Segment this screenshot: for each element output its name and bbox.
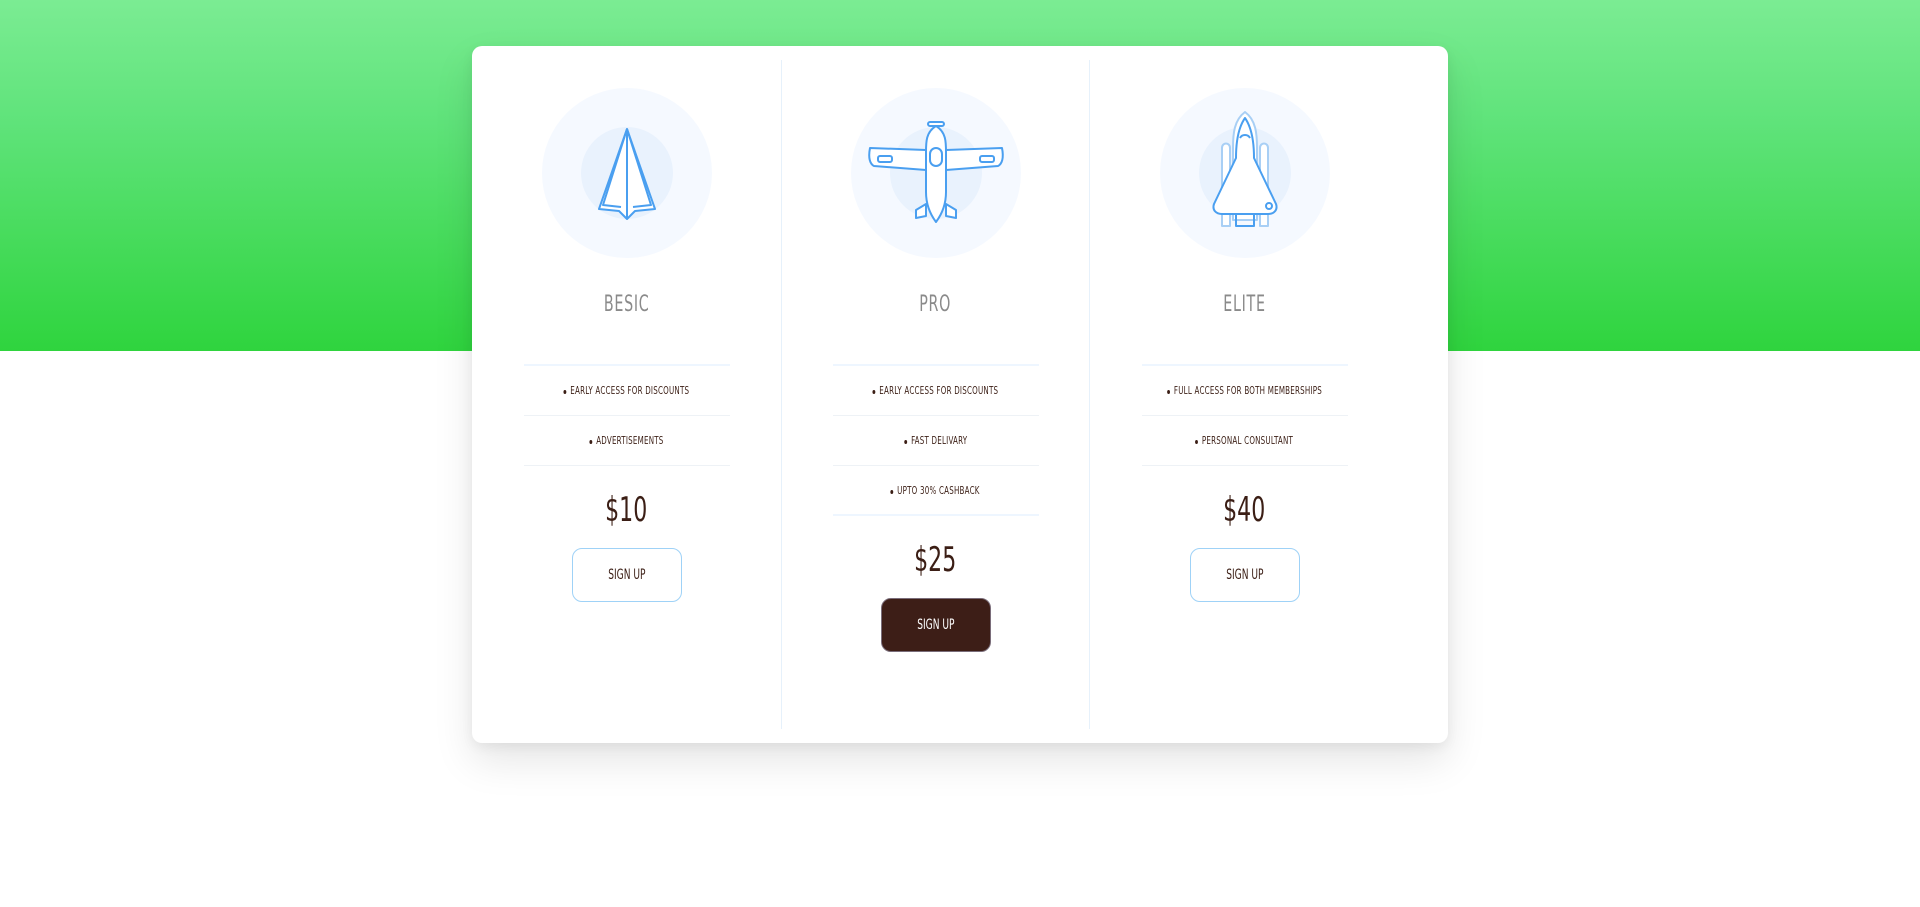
list-item: ADVERTISEMENTS <box>523 416 730 466</box>
list-item: FAST DELIVARY <box>832 416 1039 466</box>
feature-list: EARLY ACCESS FOR DISCOUNTS FAST DELIVARY… <box>832 364 1039 516</box>
list-item: EARLY ACCESS FOR DISCOUNTS <box>523 366 730 416</box>
plan-icon-circle <box>850 88 1021 258</box>
pricing-card: BESIC EARLY ACCESS FOR DISCOUNTS ADVERTI… <box>472 46 1448 743</box>
plan-basic: BESIC EARLY ACCESS FOR DISCOUNTS ADVERTI… <box>472 60 781 729</box>
plan-elite: ELITE FULL ACCESS FOR BOTH MEMBERSHIPS P… <box>1090 60 1399 729</box>
plan-icon-circle <box>1159 88 1330 258</box>
sign-up-button[interactable]: SIGN UP <box>571 548 682 602</box>
feature-list: EARLY ACCESS FOR DISCOUNTS ADVERTISEMENT… <box>523 364 730 466</box>
list-item: PERSONAL CONSULTANT <box>1141 416 1348 466</box>
list-item: UPTO 30% CASHBACK <box>832 466 1039 516</box>
paper-plane-icon <box>597 128 656 220</box>
plan-title: BESIC <box>603 292 650 317</box>
sign-up-button[interactable]: SIGN UP <box>1189 548 1300 602</box>
plan-price: $10 <box>605 490 648 530</box>
plan-pro: PRO EARLY ACCESS FOR DISCOUNTS FAST DELI… <box>781 60 1090 729</box>
list-item: EARLY ACCESS FOR DISCOUNTS <box>832 366 1039 416</box>
feature-list: FULL ACCESS FOR BOTH MEMBERSHIPS PERSONA… <box>1141 364 1348 466</box>
airplane-icon <box>867 121 1004 223</box>
plan-title: ELITE <box>1223 292 1266 317</box>
plan-price: $25 <box>914 540 957 580</box>
space-shuttle-icon <box>1212 111 1277 227</box>
plan-title: PRO <box>919 292 952 317</box>
list-item: FULL ACCESS FOR BOTH MEMBERSHIPS <box>1141 366 1348 416</box>
plan-icon-circle <box>541 88 712 258</box>
sign-up-button[interactable]: SIGN UP <box>880 598 991 652</box>
plan-price: $40 <box>1223 490 1266 530</box>
